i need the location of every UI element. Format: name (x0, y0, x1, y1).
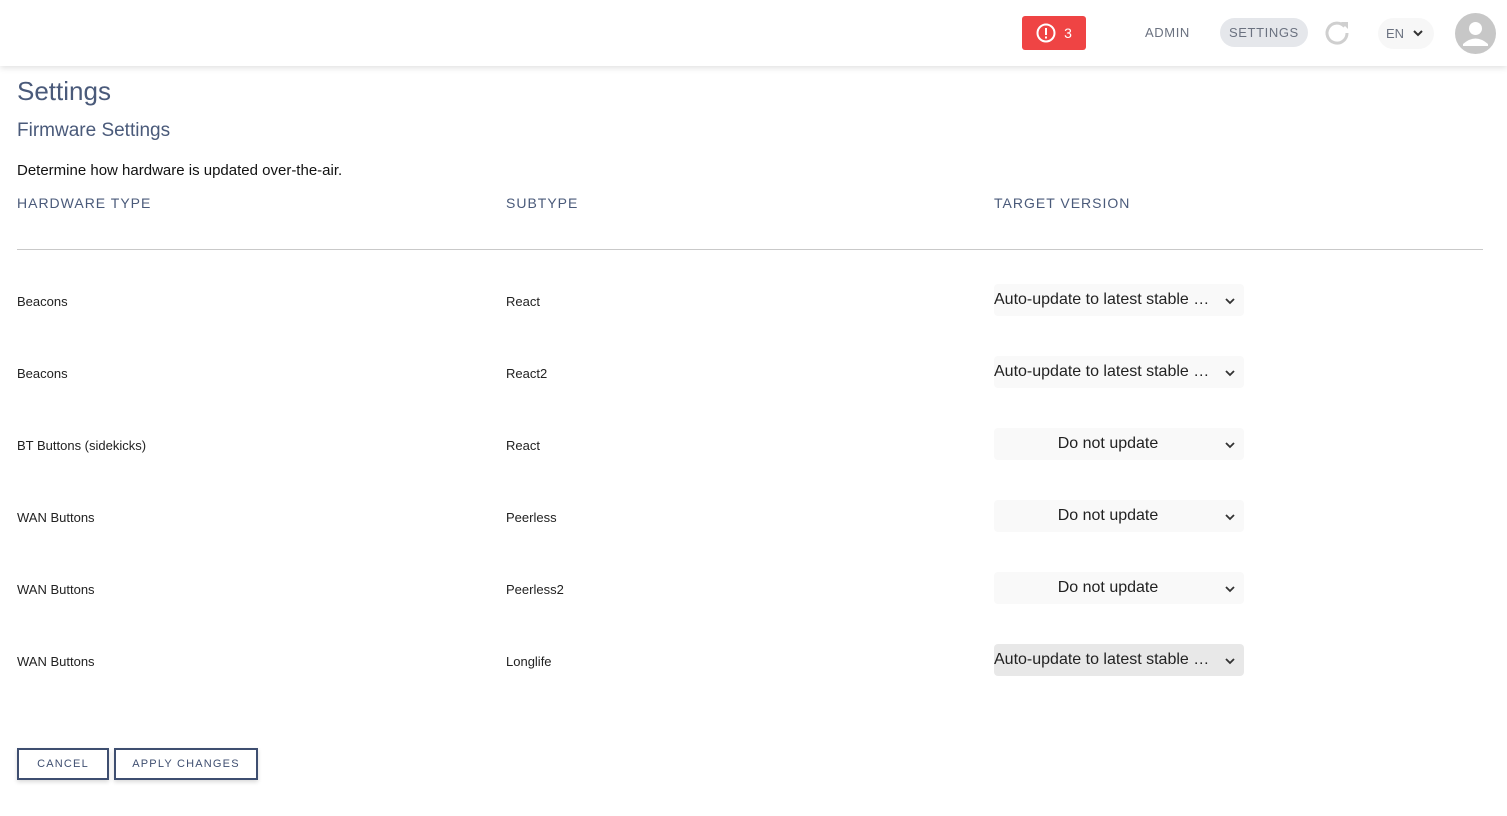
target-version-select[interactable]: Auto-update to latest stable version (994, 356, 1244, 388)
alert-icon (1036, 23, 1056, 43)
hardware-type-cell: WAN Buttons (17, 510, 95, 525)
nav-admin[interactable]: ADMIN (1136, 18, 1199, 47)
top-bar: 3 ADMIN SETTINGS EN (0, 0, 1507, 66)
subtype-cell: Peerless (506, 510, 557, 525)
table-row: WAN Buttons Longlife Auto-update to late… (0, 644, 1507, 686)
chevron-down-icon (1225, 658, 1235, 665)
table-row: WAN Buttons Peerless2 Do not update (0, 572, 1507, 614)
target-version-select[interactable]: Do not update (994, 500, 1244, 532)
subtype-cell: React2 (506, 366, 548, 381)
chevron-down-icon (1413, 30, 1423, 37)
refresh-icon[interactable] (1322, 18, 1352, 48)
language-label: EN (1386, 26, 1405, 41)
chevron-down-icon (1225, 370, 1235, 377)
hardware-type-cell: WAN Buttons (17, 582, 95, 597)
column-header-subtype: SUBTYPE (506, 195, 579, 211)
chevron-down-icon (1225, 442, 1235, 449)
section-title: Firmware Settings (17, 120, 171, 141)
target-version-select[interactable]: Do not update (994, 428, 1244, 460)
page-title: Settings (17, 76, 111, 106)
target-version-value: Auto-update to latest stable version (994, 651, 1216, 668)
subtype-cell: Longlife (506, 654, 552, 669)
section-description: Determine how hardware is updated over-t… (17, 162, 343, 179)
alert-count: 3 (1064, 25, 1072, 41)
cancel-button[interactable]: CANCEL (17, 748, 109, 780)
table-row: BT Buttons (sidekicks) React Do not upda… (0, 428, 1507, 470)
table-row: Beacons React2 Auto-update to latest sta… (0, 356, 1507, 398)
hardware-type-cell: Beacons (17, 294, 68, 309)
subtype-cell: Peerless2 (506, 582, 564, 597)
chevron-down-icon (1225, 298, 1235, 305)
target-version-value: Do not update (1057, 507, 1159, 524)
table-row: Beacons React Auto-update to latest stab… (0, 284, 1507, 326)
language-select[interactable]: EN (1378, 18, 1434, 49)
target-version-select[interactable]: Auto-update to latest stable version (994, 644, 1244, 676)
user-icon (1463, 22, 1488, 46)
hardware-type-cell: BT Buttons (sidekicks) (17, 438, 147, 453)
subtype-cell: React (506, 294, 540, 309)
header-divider (17, 249, 1483, 250)
target-version-value: Auto-update to latest stable version (994, 291, 1216, 308)
alerts-button[interactable]: 3 (1022, 16, 1086, 50)
table-row: WAN Buttons Peerless Do not update (0, 500, 1507, 542)
column-header-target-version: TARGET VERSION (994, 195, 1131, 211)
column-header-hardware-type: HARDWARE TYPE (17, 195, 152, 211)
hardware-type-cell: WAN Buttons (17, 654, 95, 669)
hardware-type-cell: Beacons (17, 366, 68, 381)
target-version-value: Do not update (1057, 579, 1159, 596)
target-version-value: Auto-update to latest stable version (994, 363, 1216, 380)
target-version-select[interactable]: Do not update (994, 572, 1244, 604)
nav-settings[interactable]: SETTINGS (1220, 18, 1308, 47)
target-version-select[interactable]: Auto-update to latest stable version (994, 284, 1244, 316)
chevron-down-icon (1225, 586, 1235, 593)
apply-changes-button[interactable]: APPLY CHANGES (114, 748, 258, 780)
target-version-value: Do not update (1057, 435, 1159, 452)
avatar[interactable] (1455, 13, 1496, 54)
chevron-down-icon (1225, 514, 1235, 521)
subtype-cell: React (506, 438, 540, 453)
